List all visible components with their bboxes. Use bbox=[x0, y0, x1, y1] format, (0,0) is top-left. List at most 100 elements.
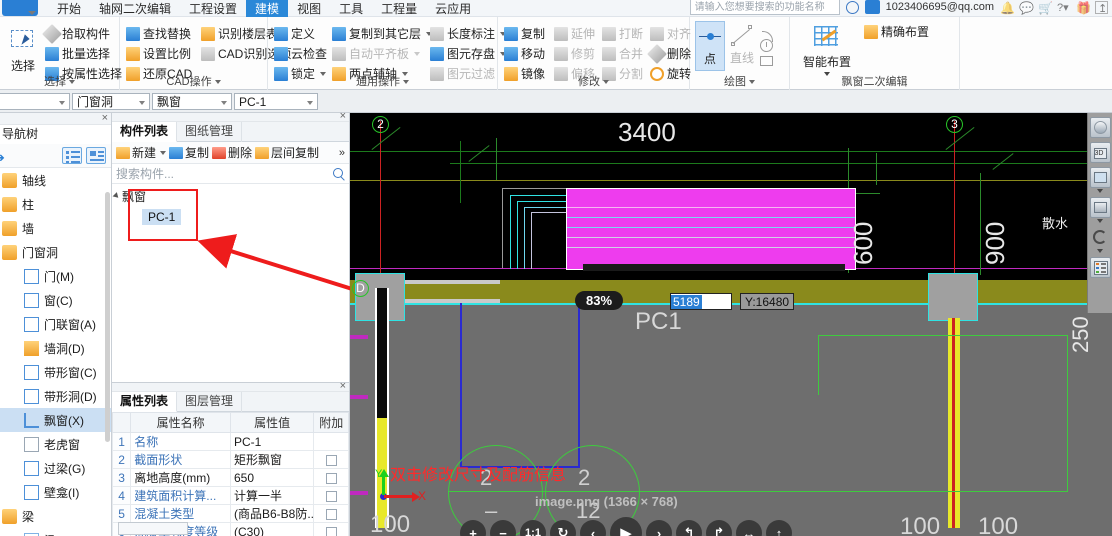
row-property-value[interactable]: 计算一半 bbox=[229, 486, 315, 505]
chevron-down-icon[interactable] bbox=[1097, 249, 1103, 253]
chat-icon[interactable]: 💬 bbox=[1019, 1, 1034, 15]
app-logo-button[interactable] bbox=[2, 0, 38, 16]
category-select[interactable]: 门窗洞 bbox=[72, 93, 150, 110]
element-box-right[interactable] bbox=[928, 273, 978, 321]
table-row[interactable]: 2 截面形状 矩形飘窗 bbox=[111, 450, 349, 469]
sidebar-item-dormer[interactable]: 老虎窗 bbox=[0, 432, 111, 456]
new-component-button[interactable]: 新建 bbox=[116, 144, 167, 161]
ribbon-group-draw-title[interactable]: 绘图 bbox=[690, 73, 789, 89]
orbit-tool[interactable] bbox=[1089, 117, 1111, 138]
cad-canvas[interactable]: 2 3 3400 600 900 散水 2 2 – 12 双击修改尺寸及配筋信息… bbox=[350, 113, 1112, 536]
row-property-value[interactable]: 矩形飘窗 bbox=[229, 450, 315, 469]
save-element-item[interactable]: 图元存盘 bbox=[430, 45, 507, 62]
search-icon[interactable] bbox=[333, 168, 343, 178]
tab-component-list[interactable]: 构件列表 bbox=[112, 122, 178, 142]
search-component-input[interactable]: 搜索构件... bbox=[112, 164, 349, 184]
attach-checkbox[interactable] bbox=[325, 526, 337, 536]
view-box-tool[interactable] bbox=[1089, 167, 1111, 188]
select-big-button[interactable]: 选择 bbox=[3, 25, 43, 74]
actual-size-button[interactable]: 1:1 bbox=[520, 520, 546, 536]
tab-layer-management[interactable]: 图层管理 bbox=[177, 392, 243, 412]
identify-floor-table-item[interactable]: 识别楼层表 bbox=[201, 25, 278, 42]
ribbon-tab-view[interactable]: 视图 bbox=[288, 0, 330, 17]
define-item[interactable]: 定义 bbox=[274, 25, 324, 42]
bell-icon[interactable]: 🔔 bbox=[1000, 1, 1015, 15]
delete-component-button[interactable]: 删除 bbox=[212, 144, 252, 161]
floor-select[interactable]: 首层 bbox=[0, 93, 70, 110]
gift-icon[interactable]: 🎁 bbox=[1076, 1, 1091, 15]
ribbon-tab-project-settings[interactable]: 工程设置 bbox=[180, 0, 246, 17]
copy-component-button[interactable]: 复制 bbox=[169, 144, 209, 161]
prev-button[interactable]: ‹ bbox=[580, 520, 606, 536]
toolbar-overflow-button[interactable]: » bbox=[339, 147, 345, 159]
pick-component-item[interactable]: 拾取构件 bbox=[42, 23, 122, 44]
tree-node-column[interactable]: 柱 bbox=[0, 192, 111, 216]
help-icon[interactable]: ?▾ bbox=[1057, 1, 1070, 14]
attach-checkbox[interactable] bbox=[325, 490, 337, 502]
component-select[interactable]: PC-1 bbox=[234, 93, 318, 110]
undo-button[interactable]: ↰ bbox=[676, 520, 702, 536]
fit-height-button[interactable]: ↕ bbox=[766, 520, 792, 536]
tree-node-axis[interactable]: 轴线 bbox=[0, 168, 111, 192]
attach-checkbox[interactable] bbox=[325, 472, 337, 484]
arc-icon[interactable] bbox=[760, 22, 776, 42]
ribbon-tab-start[interactable]: 开始 bbox=[48, 0, 90, 17]
sidebar-item-door[interactable]: 门(M) bbox=[0, 264, 111, 288]
copy-to-other-floor-item[interactable]: 复制到其它层 bbox=[332, 25, 433, 42]
sidebar-item-bay-window[interactable]: 飘窗(X) bbox=[0, 408, 111, 432]
ribbon-tab-tools[interactable]: 工具 bbox=[330, 0, 372, 17]
sidebar-item-wall-opening[interactable]: 墙洞(D) bbox=[0, 336, 111, 360]
sidebar-item-beam[interactable]: 梁(L) bbox=[0, 528, 111, 536]
row-property-value[interactable]: PC-1 bbox=[229, 432, 315, 451]
ribbon-group-cad-ops-title[interactable]: CAD操作 bbox=[120, 73, 267, 89]
selected-element-highlight[interactable] bbox=[566, 188, 856, 271]
sidebar-item-niche[interactable]: 壁龛(I) bbox=[0, 480, 111, 504]
tab-drawing-management[interactable]: 图纸管理 bbox=[177, 122, 243, 142]
pin-icon[interactable]: ➔ bbox=[0, 150, 5, 166]
ribbon-tab-cloud-apps[interactable]: 云应用 bbox=[426, 0, 480, 17]
close-icon[interactable]: × bbox=[340, 110, 346, 122]
zoom-out-button[interactable]: − bbox=[490, 520, 516, 536]
row-property-value[interactable]: (商品B6-B8防... bbox=[229, 504, 315, 523]
copy-item[interactable]: 复制 bbox=[504, 25, 548, 42]
ribbon-group-select-title[interactable]: 选择 bbox=[0, 73, 119, 89]
move-item[interactable]: 移动 bbox=[504, 45, 548, 62]
close-icon[interactable]: × bbox=[340, 380, 346, 392]
next-button[interactable]: › bbox=[646, 520, 672, 536]
list-view-icon[interactable] bbox=[62, 147, 82, 164]
sidebar-item-door-window[interactable]: 门联窗(A) bbox=[0, 312, 111, 336]
draw-line-button[interactable]: 直线 bbox=[727, 21, 757, 71]
table-row[interactable]: 4 建筑面积计算... 计算一半 bbox=[111, 486, 349, 505]
row-property-value[interactable]: (C30) bbox=[229, 522, 315, 536]
circle-icon[interactable] bbox=[760, 39, 773, 52]
smart-layout-button[interactable]: 智能布置 bbox=[798, 21, 856, 76]
search-icon[interactable] bbox=[845, 0, 859, 14]
chevron-down-icon[interactable] bbox=[1097, 189, 1103, 193]
tree-node-beam[interactable]: 梁 bbox=[0, 504, 111, 528]
table-row[interactable]: 3 离地高度(mm) 650 bbox=[111, 468, 349, 487]
view-3d-tool[interactable]: 3D bbox=[1089, 142, 1111, 163]
ribbon-group-general-ops-title[interactable]: 通用操作 bbox=[268, 73, 497, 89]
cad-drawing-area[interactable]: 2 3 3400 600 900 散水 bbox=[350, 113, 1090, 280]
sidebar-item-lintel[interactable]: 过梁(G) bbox=[0, 456, 111, 480]
coordinate-x-input[interactable]: 5189 bbox=[670, 293, 732, 310]
view-solid-tool[interactable] bbox=[1089, 197, 1111, 218]
set-scale-item[interactable]: 设置比例 bbox=[126, 45, 191, 62]
ribbon-group-modify-title[interactable]: 修改 bbox=[498, 73, 689, 89]
tab-property-list[interactable]: 属性列表 bbox=[112, 392, 178, 412]
delete-item[interactable]: 删除 bbox=[647, 43, 691, 64]
tree-node-door-window-opening[interactable]: 门窗洞 bbox=[0, 240, 111, 264]
message-icon[interactable] bbox=[864, 0, 880, 14]
batch-select-item[interactable]: 批量选择 bbox=[45, 45, 122, 62]
upload-icon[interactable]: ↥ bbox=[1095, 0, 1108, 15]
play-button[interactable]: ▶ bbox=[610, 517, 642, 536]
precise-layout-item[interactable]: 精确布置 bbox=[864, 23, 929, 40]
detail-view-icon[interactable] bbox=[86, 147, 106, 164]
length-dimension-item[interactable]: 长度标注 bbox=[430, 25, 507, 42]
sidebar-item-ribbon-window[interactable]: 带形窗(C) bbox=[0, 360, 111, 384]
type-select[interactable]: 飘窗 bbox=[152, 93, 232, 110]
attach-checkbox[interactable] bbox=[325, 454, 337, 466]
sidebar-item-window[interactable]: 窗(C) bbox=[0, 288, 111, 312]
table-row[interactable]: 5 混凝土类型 (商品B6-B8防... bbox=[111, 504, 349, 523]
nav-tree-scrollbar[interactable] bbox=[105, 192, 110, 442]
